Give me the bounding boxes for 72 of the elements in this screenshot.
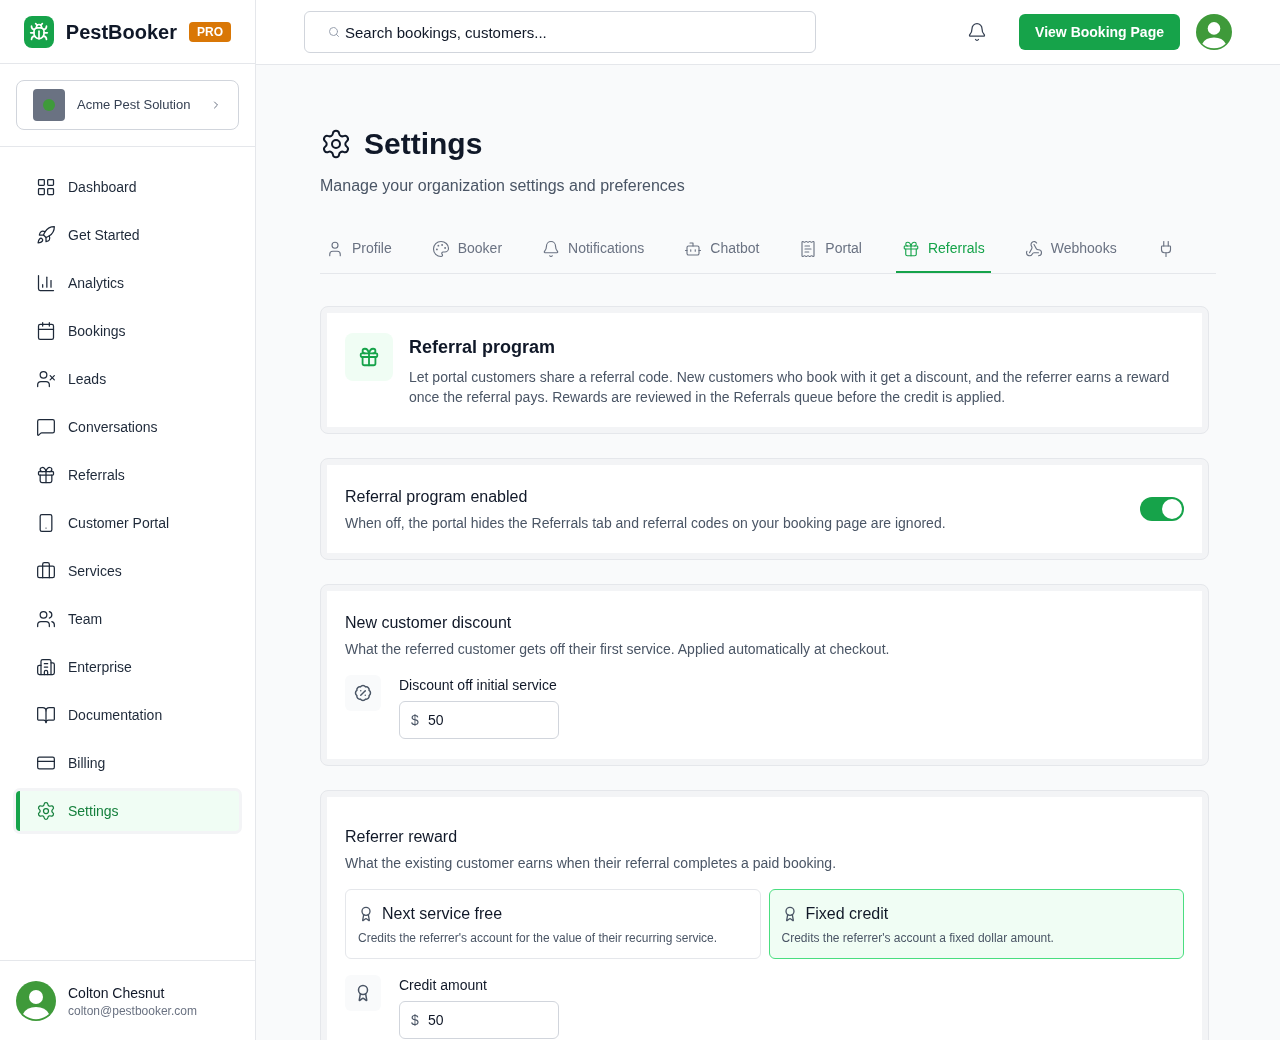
org-logo (33, 89, 65, 121)
search-field[interactable]: Search bookings, customers... (304, 11, 816, 53)
building-icon (36, 657, 56, 677)
sidebar-item[interactable]: Bookings (16, 311, 239, 351)
setting-title: Referral program enabled (345, 487, 529, 507)
grid-icon (36, 177, 56, 197)
briefcase-icon (36, 561, 56, 581)
sidebar-item[interactable]: Services (16, 551, 239, 591)
sidebar-item[interactable]: Referrals (16, 455, 239, 495)
section-description: What the existing customer earns when their referral completes a paid booking. (345, 854, 838, 873)
user-email: colton@pestbooker.com (68, 1002, 197, 1019)
currency-prefix: $ (411, 1011, 419, 1030)
chat-icon (36, 417, 56, 437)
currency-prefix: $ (411, 711, 419, 730)
gift-icon (901, 239, 920, 258)
bar-chart-icon (36, 273, 56, 293)
sidebar-item[interactable]: Conversations (16, 407, 239, 447)
sidebar-item[interactable]: Analytics (16, 263, 239, 303)
organization-selector[interactable]: Acme Pest Solution (16, 80, 239, 130)
sidebar-item[interactable]: Enterprise (16, 647, 239, 687)
page-subtitle: Manage your organization settings and preferences (320, 176, 686, 196)
sidebar-item[interactable]: Documentation (16, 695, 239, 735)
section-description: Let portal customers share a referral code. New customers who book with it get a discount, and the referrer earns a reward once the referral pays. Rewards are reviewed in the Referrals queue before the credit is applied. (409, 368, 1171, 407)
settings-tab[interactable]: Notifications (536, 226, 651, 273)
settings-tab[interactable]: Portal (793, 226, 868, 273)
section-description: What the referred customer gets off their first service. Applied automatically at checkout. (345, 640, 891, 659)
user-x-icon (36, 369, 56, 389)
book-icon (36, 705, 56, 725)
section-title: New customer discount (345, 613, 513, 633)
reward-option[interactable]: Fixed credit Credits the referrer's account a fixed dollar amount. (768, 889, 1184, 959)
settings-tab[interactable]: Booker (425, 226, 509, 273)
reward-option[interactable]: Next service free Credits the referrer's account for the value of their recurring service. (345, 889, 761, 959)
sidebar-item[interactable]: Get Started (16, 215, 239, 255)
pro-badge: PRO (189, 21, 231, 42)
section-title: Referral program (409, 336, 557, 359)
brand-name: PestBooker (65, 19, 177, 45)
settings-icon (36, 801, 56, 821)
robot-icon (684, 239, 703, 258)
sidebar-item[interactable]: Team (16, 599, 239, 639)
sidebar-item[interactable]: Leads (16, 359, 239, 399)
page-title: Settings (364, 126, 483, 162)
field-label: Credit amount (399, 976, 488, 995)
toggle-switch[interactable] (1140, 497, 1184, 521)
settings-tab[interactable]: Webhooks (1018, 226, 1123, 273)
gift-icon (358, 346, 380, 368)
users-icon (36, 609, 56, 629)
sidebar-item[interactable]: Dashboard (16, 167, 239, 207)
award-icon (358, 906, 374, 922)
gift-icon (36, 465, 56, 485)
user-icon (326, 239, 344, 258)
settings-tab[interactable]: Profile (320, 226, 398, 273)
settings-icon (320, 127, 352, 160)
webhook-icon (1024, 239, 1043, 258)
sidebar-item[interactable]: Settings (16, 791, 239, 831)
bell-icon (542, 239, 561, 258)
rocket-icon (36, 225, 56, 245)
calendar-icon (36, 321, 56, 341)
sidebar-item[interactable]: Billing (16, 743, 239, 783)
user-name: Colton Chesnut (68, 983, 166, 1003)
percent-badge-icon (354, 684, 372, 702)
palette-icon (431, 239, 450, 258)
section-title: Referrer reward (345, 827, 459, 847)
logo-icon (24, 15, 54, 48)
profile-avatar (1196, 14, 1232, 50)
receipt-icon (799, 239, 818, 258)
sidebar-item[interactable]: Customer Portal (16, 503, 239, 543)
notifications-icon[interactable] (967, 22, 988, 42)
settings-tab[interactable]: Chatbot (678, 226, 766, 273)
setting-description: When off, the portal hides the Referrals tab and referral codes on your booking page are ignored. (345, 514, 946, 533)
search-icon (328, 26, 340, 38)
field-label: Discount off initial service (399, 676, 558, 695)
user-avatar (16, 980, 56, 1021)
